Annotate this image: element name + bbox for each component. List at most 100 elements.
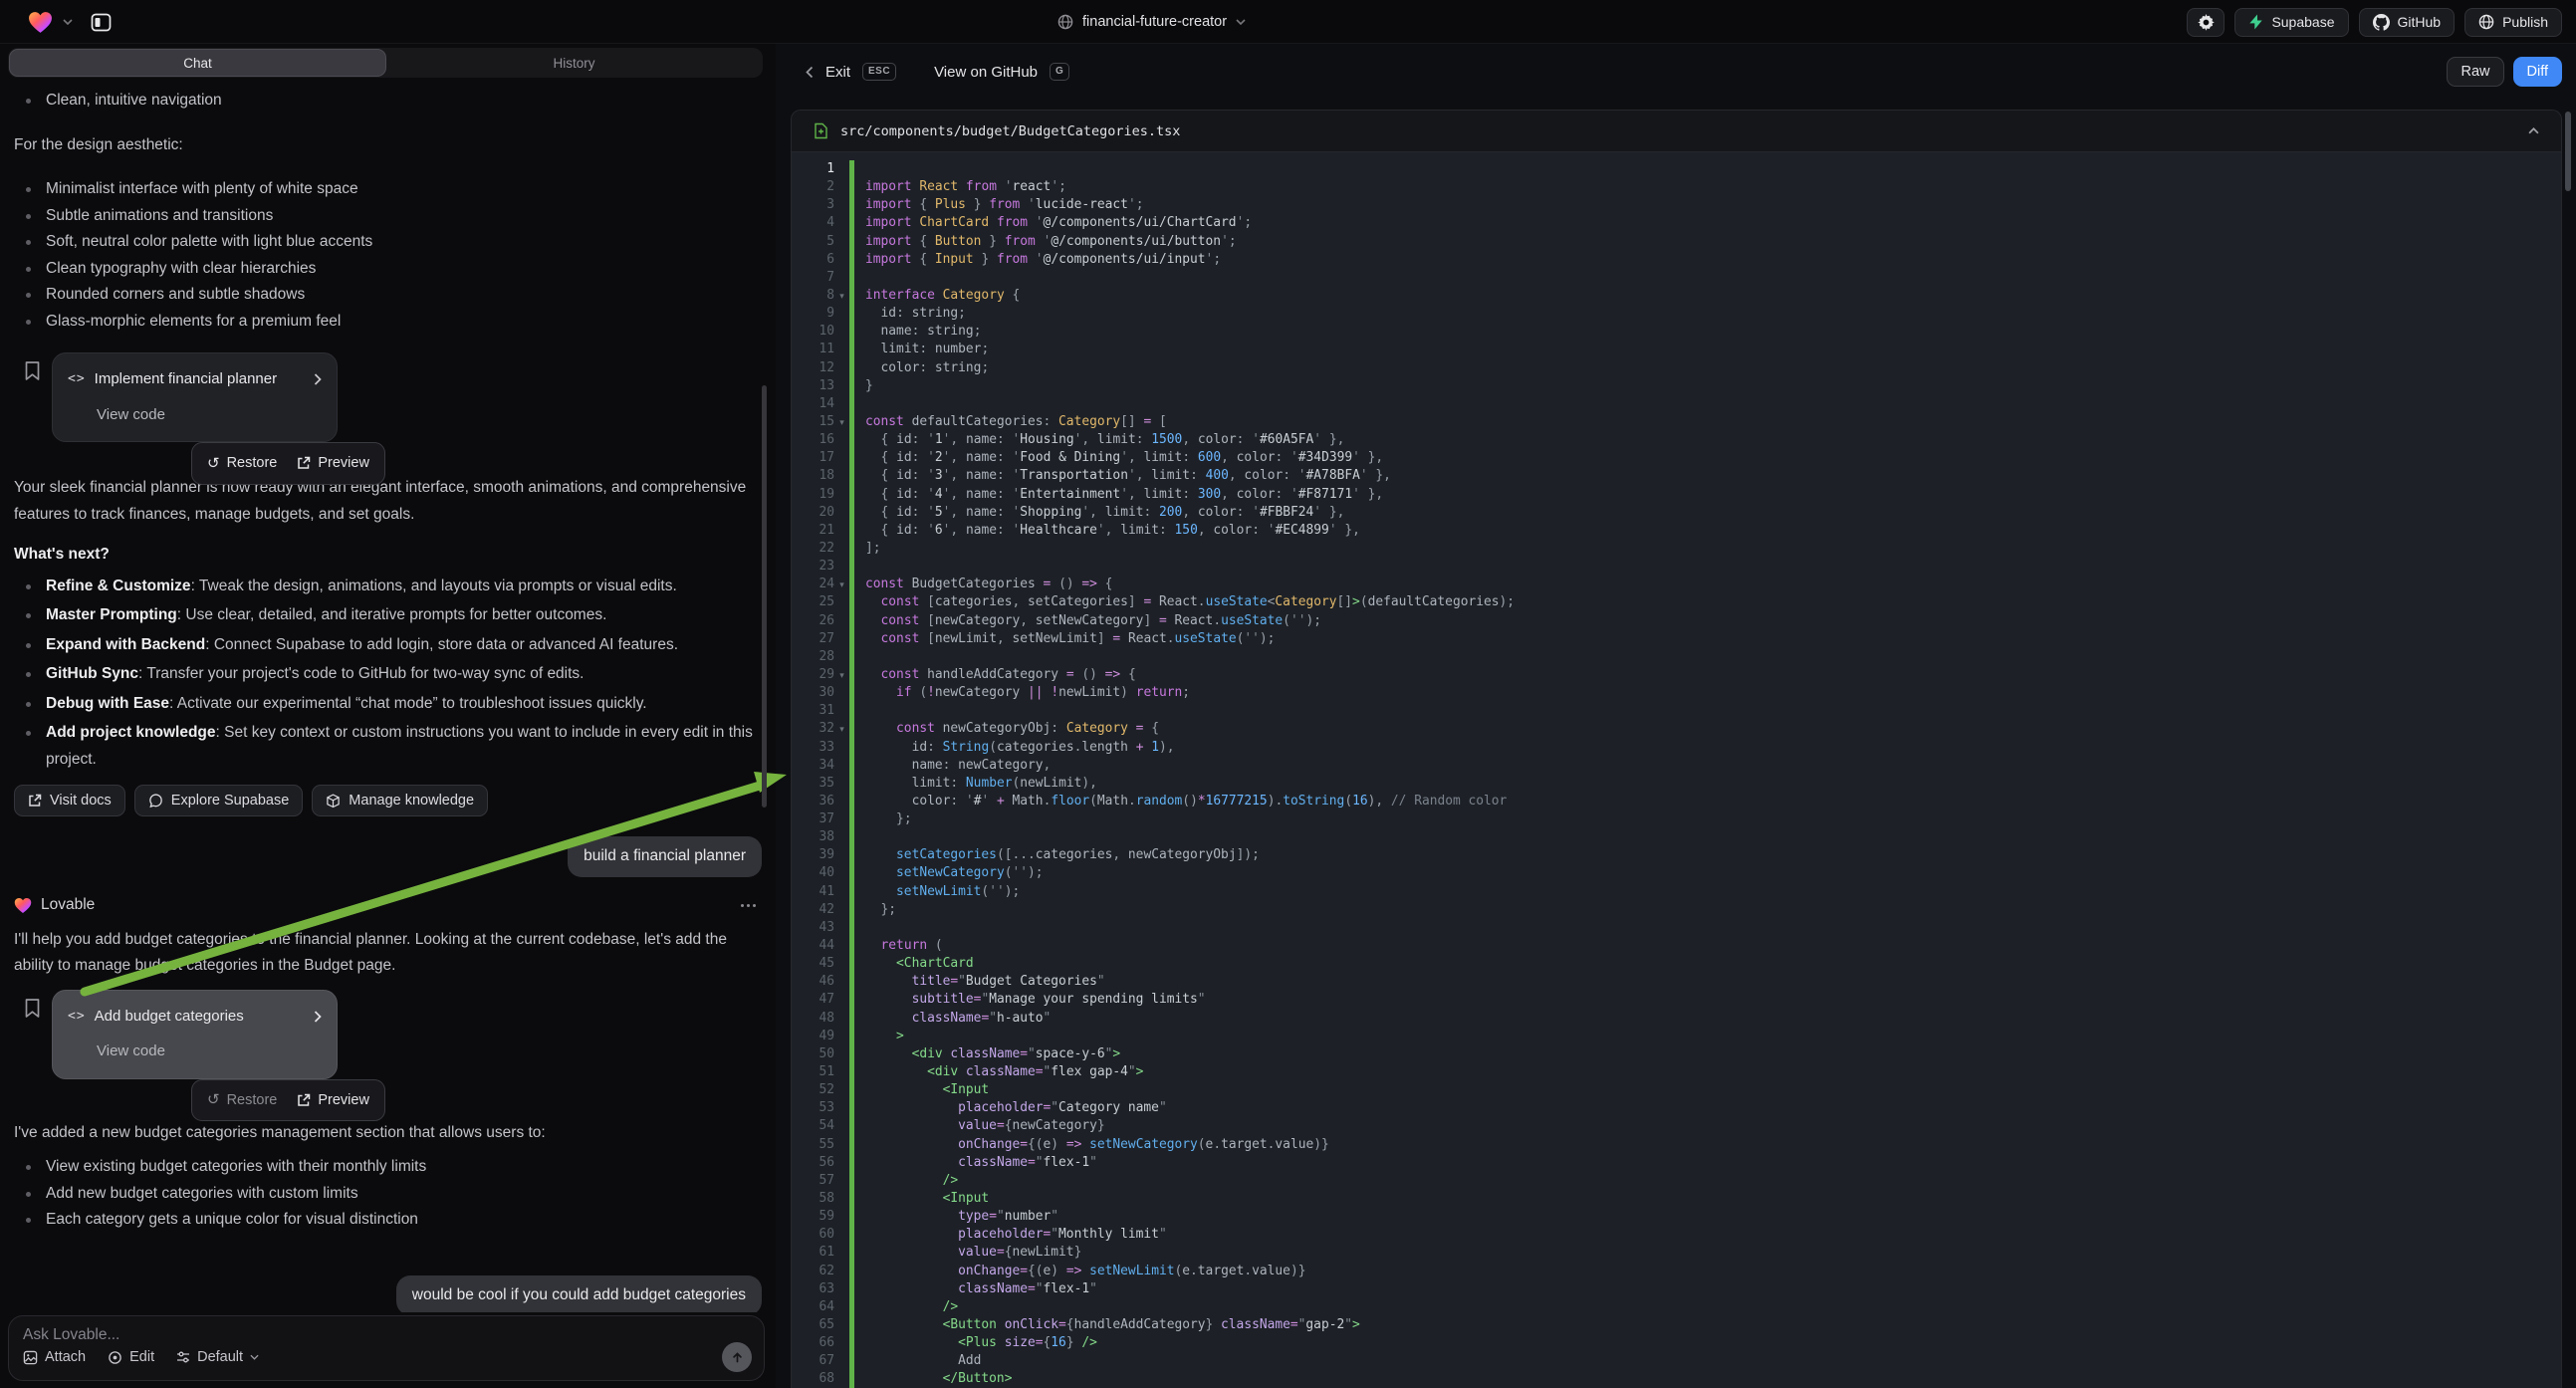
project-globe-icon	[1057, 14, 1073, 30]
restore-button[interactable]: ↺ Restore	[207, 450, 277, 477]
lovable-app: financial-future-creator Supabase	[0, 0, 2576, 1388]
code-scrollbar[interactable]	[2565, 112, 2571, 191]
view-code-link[interactable]: View code	[68, 1039, 322, 1065]
attach-button[interactable]: Attach	[23, 1349, 86, 1365]
code-line: 52 <Input	[792, 1081, 2561, 1099]
code-line: 22];	[792, 540, 2561, 558]
g-key-hint: G	[1050, 63, 1069, 81]
view-on-github-link[interactable]: View on GitHub	[934, 64, 1038, 81]
explore-supabase-button[interactable]: Explore Supabase	[134, 785, 304, 816]
code-line: 20 { id: '5', name: 'Shopping', limit: 2…	[792, 504, 2561, 522]
version-card[interactable]: <> Add budget categories View code	[52, 990, 338, 1079]
mode-selector[interactable]: Default	[176, 1349, 259, 1365]
code-line: 33 id: String(categories.length + 1),	[792, 739, 2561, 757]
package-icon	[326, 794, 341, 809]
preview-button[interactable]: Preview	[297, 450, 369, 477]
bookmark-icon[interactable]	[24, 360, 41, 381]
bookmark-icon[interactable]	[24, 998, 41, 1019]
code-line: 1	[792, 160, 2561, 178]
sidebar-toggle-icon[interactable]	[91, 13, 112, 32]
chevron-down-icon	[250, 1354, 259, 1360]
restore-button[interactable]: ↺ Restore	[207, 1087, 277, 1114]
version-actions: ↺ Restore Preview	[191, 442, 385, 485]
manage-knowledge-button[interactable]: Manage knowledge	[312, 785, 488, 816]
lovable-logo-icon[interactable]	[28, 11, 53, 34]
lovable-heart-icon	[14, 897, 32, 914]
file-path: src/components/budget/BudgetCategories.t…	[840, 123, 1180, 139]
fold-marker-icon[interactable]: ▾	[834, 577, 849, 594]
code-line: 27 const [newLimit, setNewLimit] = React…	[792, 630, 2561, 648]
github-button[interactable]: GitHub	[2359, 8, 2456, 37]
code-line: 54 value={newCategory}	[792, 1117, 2561, 1135]
user-message-row: build a financial planner	[14, 836, 762, 877]
chevron-right-icon[interactable]	[314, 373, 322, 385]
tab-chat[interactable]: Chat	[9, 49, 386, 77]
quick-actions: Visit docs Explore Supabase Manage knowl…	[14, 785, 762, 816]
code-line: 24▾const BudgetCategories = () => {	[792, 576, 2561, 593]
code-line: 64 />	[792, 1298, 2561, 1316]
fold-marker-icon[interactable]: ▾	[834, 721, 849, 739]
edit-button[interactable]: Edit	[108, 1349, 154, 1365]
file-added-icon	[814, 122, 828, 139]
bullet-item: Each category gets a unique color for vi…	[14, 1207, 762, 1234]
chat-bubble-icon	[148, 794, 163, 809]
aesthetic-intro: For the design aesthetic:	[14, 132, 762, 159]
external-link-icon	[297, 1093, 311, 1107]
visit-docs-button[interactable]: Visit docs	[14, 785, 125, 816]
code-line: 29▾ const handleAddCategory = () => {	[792, 666, 2561, 684]
code-line: 14	[792, 395, 2561, 413]
bullet-item: Expand with Backend: Connect Supabase to…	[14, 632, 762, 659]
code-editor[interactable]: 12import React from 'react';3import { Pl…	[792, 153, 2561, 1388]
supabase-button[interactable]: Supabase	[2234, 8, 2348, 37]
code-toolbar: Exit ESC View on GitHub G Raw Diff	[776, 44, 2576, 100]
tab-history[interactable]: History	[386, 49, 762, 77]
chat-scrollbar[interactable]	[762, 385, 767, 808]
code-line: 35 limit: Number(newLimit),	[792, 775, 2561, 793]
fold-marker-icon[interactable]: ▾	[834, 288, 849, 306]
view-code-link[interactable]: View code	[68, 402, 322, 429]
bullet-item: Glass-morphic elements for a premium fee…	[14, 309, 762, 336]
preview-button[interactable]: Preview	[297, 1087, 369, 1114]
code-line: 36 color: '#' + Math.floor(Math.random()…	[792, 793, 2561, 810]
code-line: 26 const [newCategory, setNewCategory] =…	[792, 612, 2561, 630]
publish-button[interactable]: Publish	[2464, 8, 2562, 37]
code-line: 2import React from 'react';	[792, 178, 2561, 196]
bullet-item: GitHub Sync: Transfer your project's cod…	[14, 661, 762, 688]
send-button[interactable]	[722, 1342, 752, 1372]
code-line: 62 onChange={(e) => setNewLimit(e.target…	[792, 1263, 2561, 1280]
exit-button[interactable]: Exit	[825, 64, 850, 81]
code-line: 10 name: string;	[792, 323, 2561, 341]
chat-composer[interactable]: Ask Lovable... Attach Edit	[8, 1315, 765, 1381]
code-line: 6import { Input } from '@/components/ui/…	[792, 251, 2561, 269]
logo-chevron-down-icon[interactable]	[63, 19, 73, 25]
github-icon	[2373, 14, 2390, 31]
fold-marker-icon[interactable]: ▾	[834, 667, 849, 685]
code-line: 12 color: string;	[792, 359, 2561, 377]
chevron-left-icon[interactable]	[806, 66, 814, 79]
raw-button[interactable]: Raw	[2447, 57, 2503, 87]
code-line: 48 className="h-auto"	[792, 1010, 2561, 1028]
message-menu-icon[interactable]	[741, 904, 756, 907]
code-line: 31	[792, 702, 2561, 720]
code-line: 56 className="flex-1"	[792, 1154, 2561, 1172]
code-diff-panel: Exit ESC View on GitHub G Raw Diff src/c…	[776, 44, 2576, 1388]
code-line: 61 value={newLimit}	[792, 1244, 2561, 1262]
bullet-item: Clean typography with clear hierarchies	[14, 256, 762, 283]
code-line: 50 <div className="space-y-6">	[792, 1045, 2561, 1063]
project-selector[interactable]: financial-future-creator	[1057, 0, 1246, 44]
code-line: 45 <ChartCard	[792, 955, 2561, 973]
user-message: would be cool if you could add budget ca…	[396, 1275, 762, 1313]
fold-marker-icon[interactable]: ▾	[834, 414, 849, 432]
code-line: 44 return (	[792, 937, 2561, 955]
whats-next-heading: What's next?	[14, 542, 762, 569]
chevron-right-icon[interactable]	[314, 1011, 322, 1023]
file-header[interactable]: src/components/budget/BudgetCategories.t…	[792, 111, 2561, 152]
version-card[interactable]: <> Implement financial planner View code	[52, 352, 338, 442]
chevron-up-icon[interactable]	[2528, 127, 2539, 134]
bullet-item: Refine & Customize: Tweak the design, an…	[14, 574, 762, 600]
settings-button[interactable]	[2187, 8, 2225, 37]
bullet-list: Clean, intuitive navigation	[14, 88, 762, 115]
code-line: 55 onChange={(e) => setNewCategory(e.tar…	[792, 1136, 2561, 1154]
code-line: 8▾interface Category {	[792, 287, 2561, 305]
diff-button[interactable]: Diff	[2513, 57, 2563, 87]
